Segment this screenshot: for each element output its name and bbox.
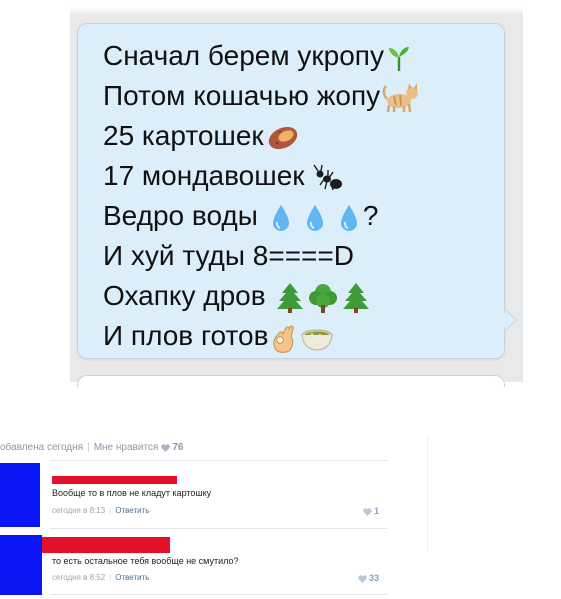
author-name-redacted[interactable] — [42, 537, 170, 553]
comment-timestamp[interactable]: сегодня в 8:52 — [52, 573, 105, 582]
deciduous-tree-icon — [308, 282, 338, 314]
post-meta: обавлена сегодня | Мне нравится 76 — [0, 441, 183, 455]
poem-line-6: И хуй туды 8====D — [103, 240, 354, 271]
comment-timestamp[interactable]: сегодня в 8:13 — [52, 506, 105, 515]
sweet-potato-icon — [266, 123, 300, 153]
comments-right-border — [427, 436, 428, 551]
soup-bowl-icon — [300, 323, 334, 353]
avatar[interactable] — [0, 535, 42, 595]
evergreen-tree-icon — [276, 282, 304, 314]
ant-icon — [311, 163, 345, 193]
ok-hand-icon — [270, 322, 298, 354]
droplet-icon — [304, 203, 326, 233]
message-text: Сначал берем укропу Потом кошачью жопу 2… — [103, 36, 420, 356]
comment-meta: сегодня в 8:52 | Ответить — [52, 573, 150, 582]
poem-line-5: Ведро воды ? — [103, 200, 379, 233]
reply-button[interactable]: Ответить — [115, 573, 149, 582]
like-count: 76 — [172, 442, 184, 453]
like-button[interactable]: Мне нравится — [94, 442, 159, 453]
comment-text: то есть остальное тебя вообще не смутило… — [52, 556, 239, 566]
comments-divider — [50, 528, 388, 529]
comment-like-count: 33 — [369, 573, 380, 583]
comment-meta: сегодня в 8:13 | Ответить — [52, 506, 150, 515]
heart-icon — [161, 443, 171, 457]
poem-line-8: И плов готов — [103, 316, 420, 356]
sprout-icon — [386, 44, 412, 72]
comments-divider-top — [50, 460, 388, 461]
panel-fade — [70, 7, 523, 15]
poem-line-7: Охапку дров — [103, 276, 420, 316]
cat-icon — [382, 82, 420, 113]
evergreen-tree-icon — [342, 282, 370, 314]
next-message-bubble — [77, 375, 505, 387]
comment-text: Вообще то в плов не кладут картошку — [52, 488, 212, 498]
poem-line-2: Потом кошачью жопу — [103, 76, 420, 116]
comment-like-button[interactable]: 33 — [355, 573, 379, 585]
reply-button[interactable]: Ответить — [115, 506, 149, 515]
heart-icon — [363, 508, 372, 518]
poem-line-3: 25 картошек — [103, 116, 420, 156]
post-added-text: обавлена сегодня — [0, 442, 84, 453]
poem-line-4: 17 мондавошек — [103, 156, 420, 196]
heart-icon — [358, 575, 367, 585]
comment-like-count: 1 — [374, 506, 380, 516]
author-name-redacted[interactable] — [52, 476, 177, 484]
droplet-icon — [338, 203, 360, 233]
avatar[interactable] — [0, 463, 40, 527]
comment-like-button[interactable]: 1 — [360, 506, 379, 518]
droplet-icon — [270, 203, 292, 233]
comments-divider-bottom — [50, 594, 388, 595]
poem-line-1: Сначал берем укропу — [103, 36, 420, 76]
